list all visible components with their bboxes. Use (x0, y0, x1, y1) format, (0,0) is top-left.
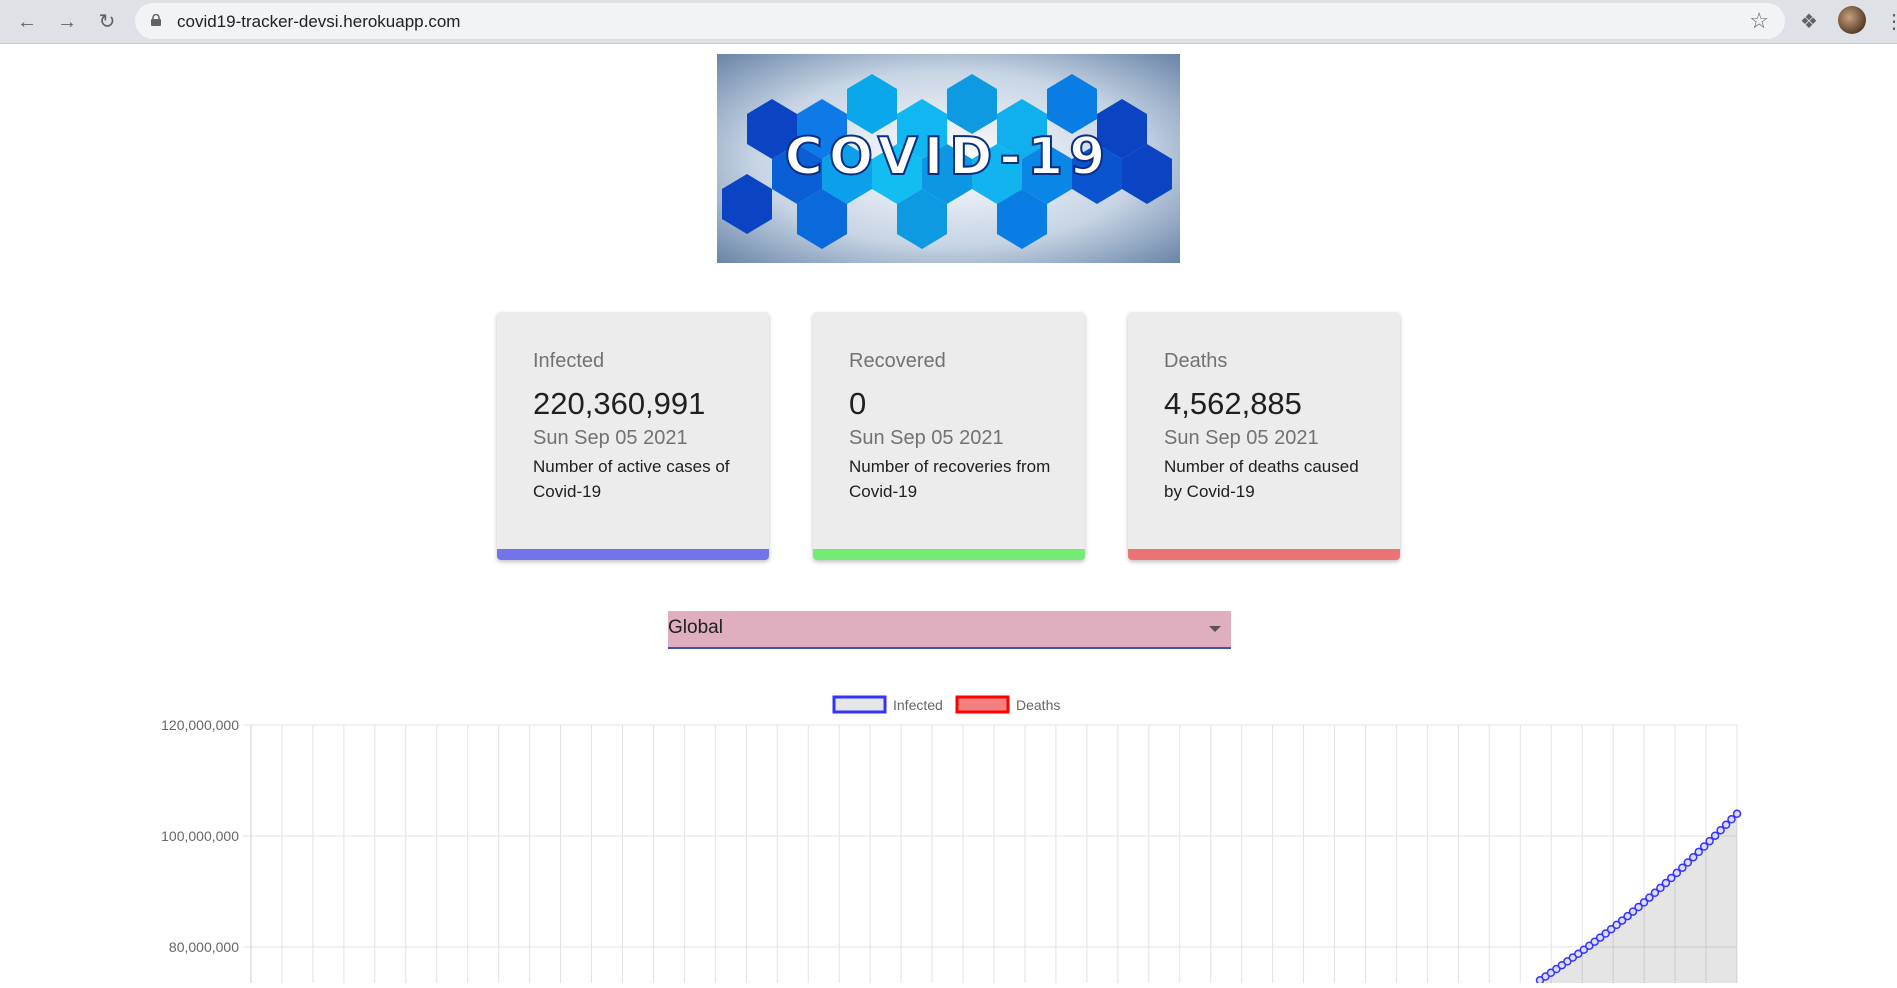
infected-data-point (1727, 815, 1736, 824)
lock-icon (151, 14, 161, 26)
infected-data-point (1716, 826, 1725, 835)
card-date: Sun Sep 05 2021 (1164, 427, 1319, 449)
card-date: Sun Sep 05 2021 (533, 427, 688, 449)
profile-avatar[interactable] (1838, 6, 1866, 34)
card-accent-stripe (1128, 549, 1400, 560)
y-tick-label: 80,000,000 (169, 939, 239, 955)
card-title: Infected (533, 350, 605, 372)
card-date: Sun Sep 05 2021 (849, 427, 1004, 449)
chevron-down-icon[interactable] (1209, 626, 1221, 632)
infected-card: Infected 220,360,991 Sun Sep 05 2021 Num… (497, 312, 769, 560)
covid-logo-graphic: COVID-19 (717, 54, 1180, 263)
card-title: Recovered (849, 350, 946, 372)
legend-swatch (955, 695, 1010, 714)
deaths-card: Deaths 4,562,885 Sun Sep 05 2021 Number … (1128, 312, 1400, 560)
extensions-puzzle-icon[interactable]: ❖ (1800, 9, 1818, 34)
reload-icon[interactable]: ↻ (94, 9, 120, 35)
back-icon[interactable]: ← (14, 9, 40, 35)
forward-icon[interactable]: → (54, 9, 80, 35)
country-select-value: Global (668, 617, 723, 638)
kebab-menu-icon[interactable]: ⋮ (1884, 9, 1897, 34)
card-title: Deaths (1164, 350, 1228, 372)
bookmark-star-icon[interactable]: ☆ (1749, 8, 1769, 34)
y-tick-label: 100,000,000 (161, 828, 239, 844)
legend-swatch (832, 695, 887, 714)
card-value: 220,360,991 (533, 386, 706, 421)
y-tick-label: 120,000,000 (161, 717, 239, 733)
chart-svg: 120,000,000 100,000,000 80,000,000 Infected… (161, 695, 1742, 985)
card-description: Number of recoveries from Covid-19 (849, 457, 1051, 501)
card-accent-stripe (497, 549, 769, 560)
card-description: Number of deaths caused by Covid-19 (1164, 457, 1359, 501)
address-bar[interactable]: covid19-tracker-devsi.herokuapp.com ☆ (135, 3, 1785, 39)
card-value: 0 (849, 386, 867, 421)
browser-toolbar: ← → ↻ covid19-tracker-devsi.herokuapp.co… (0, 0, 1897, 44)
legend-label: Infected (893, 697, 943, 713)
url-text: covid19-tracker-devsi.herokuapp.com (177, 12, 461, 31)
card-description: Number of active cases of Covid-19 (533, 457, 730, 501)
cases-line-chart: 120,000,000 100,000,000 80,000,000 Infected… (0, 680, 1897, 985)
covid-logo-text: COVID-19 (785, 127, 1112, 187)
covid-hero-image: COVID-19 (717, 54, 1180, 263)
card-value: 4,562,885 (1164, 386, 1302, 421)
recovered-card: Recovered 0 Sun Sep 05 2021 Number of re… (813, 312, 1085, 560)
country-select[interactable]: Global (668, 611, 1231, 649)
legend-label: Deaths (1016, 697, 1060, 713)
card-accent-stripe (813, 549, 1085, 560)
infected-data-point (1732, 809, 1742, 819)
